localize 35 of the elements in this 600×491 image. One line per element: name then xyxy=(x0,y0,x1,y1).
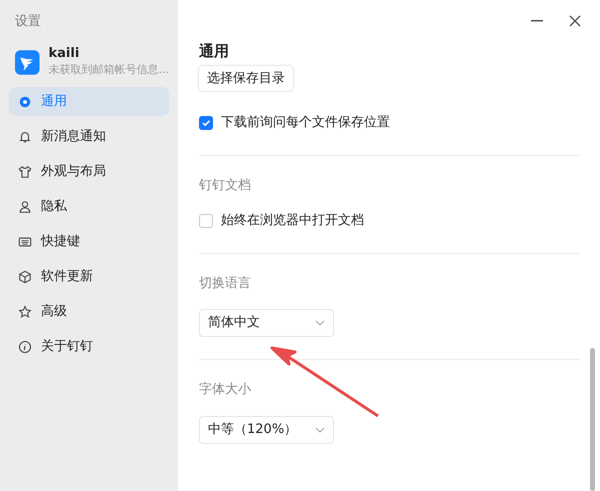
scrollbar[interactable] xyxy=(590,348,595,491)
nav-item[interactable]: 高级 xyxy=(9,297,169,326)
account-subtitle: 未获取到邮箱帐号信息... xyxy=(48,62,169,78)
minus-icon xyxy=(531,20,543,22)
info-icon xyxy=(18,340,32,354)
checkbox-label: 始终在浏览器中打开文档 xyxy=(221,212,364,230)
nav-item[interactable]: 快捷键 xyxy=(9,227,169,256)
person-icon xyxy=(18,200,32,214)
keyboard-icon xyxy=(18,234,32,248)
checkmark-icon xyxy=(201,118,211,128)
general-icon xyxy=(18,94,32,108)
checkbox[interactable] xyxy=(199,116,213,130)
nav-item[interactable]: 软件更新 xyxy=(9,262,169,291)
dropdown[interactable]: 中等（120%） xyxy=(199,416,334,444)
checkbox-label: 下载前询问每个文件保存位置 xyxy=(221,114,390,132)
group-title: 切换语言 xyxy=(199,274,252,292)
section-heading: 通用 xyxy=(199,41,230,62)
nav-item[interactable]: 关于钉钉 xyxy=(9,332,169,361)
chevron-down-icon xyxy=(315,426,325,432)
choose-folder-button[interactable]: 选择保存目录 xyxy=(199,66,293,91)
nav-item[interactable]: 隐私 xyxy=(9,192,169,221)
nav-item[interactable]: 外观与布局 xyxy=(9,157,169,186)
group-title: 钉钉文档 xyxy=(199,176,252,194)
bell-icon xyxy=(18,130,32,144)
account-name: kaili xyxy=(48,46,80,62)
shirt-icon xyxy=(18,164,32,178)
nav-item[interactable]: 新消息通知 xyxy=(9,122,169,151)
cube-icon xyxy=(18,270,32,284)
chevron-down-icon xyxy=(315,320,325,326)
star-icon xyxy=(18,304,32,318)
group-title: 字体大小 xyxy=(199,381,252,399)
settings-title: 设置 xyxy=(14,13,42,31)
dropdown[interactable]: 简体中文 xyxy=(199,309,334,337)
close-icon xyxy=(569,15,581,27)
checkbox[interactable] xyxy=(199,214,213,228)
